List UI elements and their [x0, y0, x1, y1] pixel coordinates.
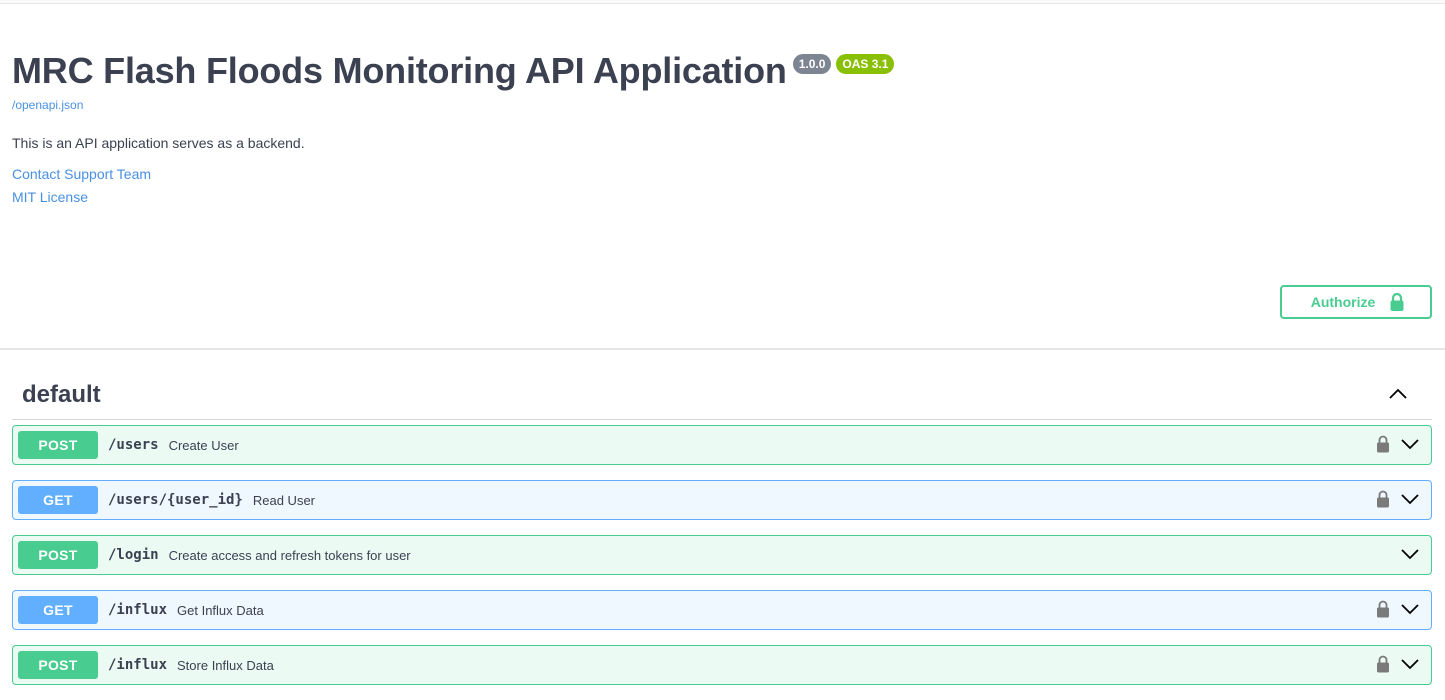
- operation-path: /login: [108, 547, 159, 563]
- method-badge: GET: [18, 596, 98, 624]
- method-badge: POST: [18, 651, 98, 679]
- operation-icons: [1375, 654, 1419, 674]
- lock-icon[interactable]: [1375, 434, 1391, 454]
- operation-path: /users/{user_id}: [108, 492, 243, 508]
- operation-icons: [1375, 489, 1419, 509]
- operation-path: /users: [108, 437, 159, 453]
- operation-post-influx[interactable]: POST /influx Store Influx Data: [12, 645, 1432, 685]
- lock-icon[interactable]: [1375, 599, 1391, 619]
- section-default-header[interactable]: default: [12, 370, 1432, 420]
- lock-icon[interactable]: [1375, 654, 1391, 674]
- operation-icons: [1401, 544, 1419, 564]
- lock-icon: [1390, 292, 1404, 311]
- top-border: [0, 0, 1445, 4]
- operation-summary: Create access and refresh tokens for use…: [168, 547, 411, 563]
- operation-path: /influx: [108, 657, 168, 673]
- authorize-label: Authorize: [1310, 294, 1376, 310]
- operation-summary: Store Influx Data: [177, 657, 274, 673]
- operation-get-user-by-id[interactable]: GET /users/{user_id} Read User: [12, 480, 1432, 520]
- version-badge: 1.0.0: [792, 54, 832, 74]
- operation-summary: Read User: [252, 492, 315, 508]
- operation-icons: [1375, 434, 1419, 454]
- divider: [0, 348, 1445, 350]
- method-badge: POST: [18, 541, 98, 569]
- openapi-json-link[interactable]: /openapi.json: [12, 98, 1412, 112]
- api-description: This is an API application serves as a b…: [12, 135, 305, 151]
- chevron-down-icon[interactable]: [1401, 654, 1419, 674]
- method-badge: GET: [18, 486, 98, 514]
- chevron-down-icon[interactable]: [1401, 434, 1419, 454]
- contact-support-link[interactable]: Contact Support Team: [12, 165, 1412, 183]
- api-info: MRC Flash Floods Monitoring API Applicat…: [12, 48, 1412, 206]
- operation-icons: [1375, 599, 1419, 619]
- chevron-down-icon[interactable]: [1401, 544, 1419, 564]
- operation-post-login[interactable]: POST /login Create access and refresh to…: [12, 535, 1432, 575]
- page-title: MRC Flash Floods Monitoring API Applicat…: [12, 50, 787, 91]
- section-title: default: [22, 380, 101, 408]
- chevron-down-icon[interactable]: [1401, 489, 1419, 509]
- authorize-button[interactable]: Authorize: [1280, 285, 1432, 319]
- operation-summary: Get Influx Data: [177, 602, 264, 618]
- chevron-down-icon[interactable]: [1401, 599, 1419, 619]
- chevron-up-icon[interactable]: [1388, 384, 1408, 404]
- oas-badge: OAS 3.1: [836, 54, 895, 74]
- operation-summary: Create User: [168, 437, 239, 453]
- lock-icon[interactable]: [1375, 489, 1391, 509]
- license-link[interactable]: MIT License: [12, 188, 1412, 206]
- operation-path: /influx: [108, 602, 168, 618]
- operation-post-users[interactable]: POST /users Create User: [12, 425, 1432, 465]
- method-badge: POST: [18, 431, 98, 459]
- operation-get-influx[interactable]: GET /influx Get Influx Data: [12, 590, 1432, 630]
- title-row: MRC Flash Floods Monitoring API Applicat…: [12, 48, 1412, 94]
